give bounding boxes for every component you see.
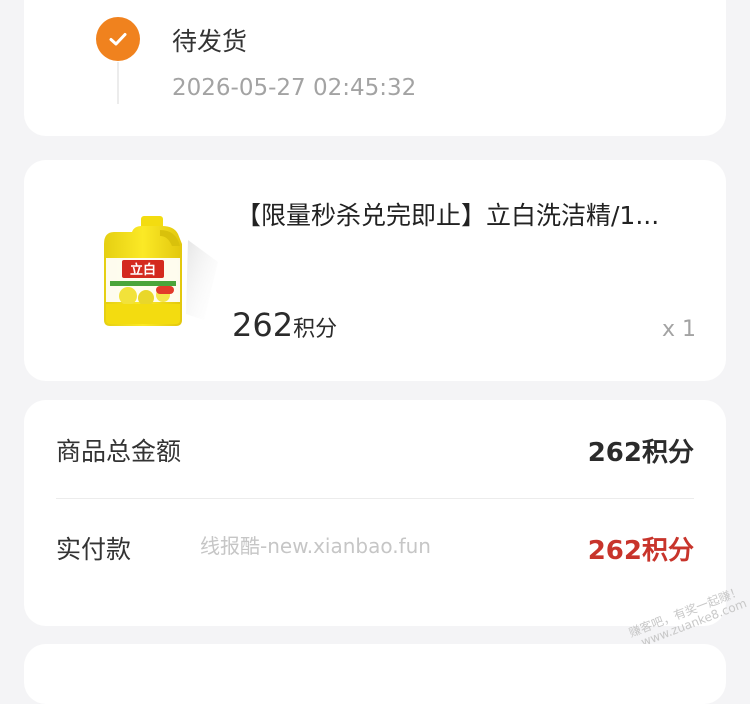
next-card bbox=[24, 644, 726, 704]
product-title[interactable]: 【限量秒杀兑完即止】立白洗洁精/1... bbox=[236, 196, 698, 232]
order-status-title: 待发货 bbox=[172, 27, 248, 56]
total-amount-value: 262积分 bbox=[587, 438, 694, 468]
order-status-card: 待发货 2026-05-27 02:45:32 bbox=[24, 0, 726, 136]
timeline-line bbox=[117, 62, 119, 104]
product-image[interactable]: 立白 bbox=[100, 210, 220, 330]
product-price: 262积分 bbox=[232, 306, 337, 344]
paid-amount-value: 262积分 bbox=[587, 536, 694, 566]
order-status-time: 2026-05-27 02:45:32 bbox=[172, 75, 417, 101]
product-card[interactable]: 立白 【限量秒杀兑完即止】立白洗洁精/1... 262积分 x 1 bbox=[24, 160, 726, 381]
payment-summary-card: 商品总金额 262积分 实付款 线报酷-new.xianbao.fun 262积… bbox=[24, 400, 726, 626]
paid-amount-label: 实付款 bbox=[56, 535, 132, 564]
divider bbox=[56, 498, 694, 499]
product-price-value: 262 bbox=[232, 306, 294, 344]
watermark-text: 线报酷-new.xianbao.fun bbox=[200, 534, 431, 558]
check-icon bbox=[96, 17, 140, 61]
total-amount-label: 商品总金额 bbox=[56, 437, 182, 466]
svg-text:立白: 立白 bbox=[130, 262, 156, 278]
product-quantity: x 1 bbox=[661, 317, 696, 342]
product-price-unit: 积分 bbox=[293, 317, 338, 342]
